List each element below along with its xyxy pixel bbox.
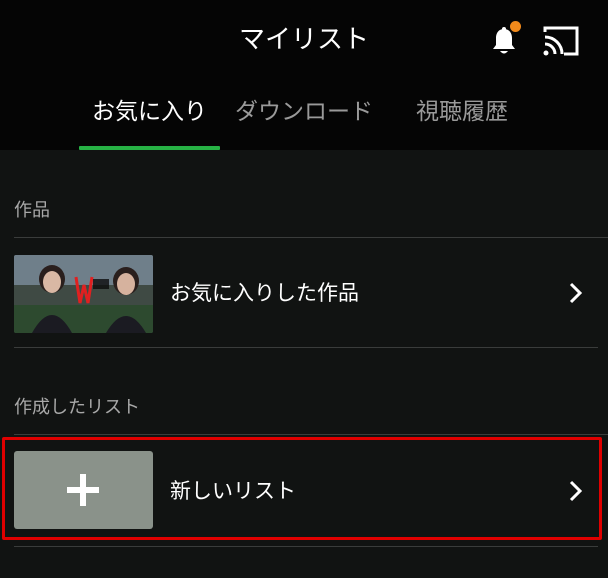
tab-favorites[interactable]: お気に入り	[92, 92, 207, 132]
divider	[14, 546, 598, 547]
favorite-works-row[interactable]: お気に入りした作品	[0, 238, 608, 346]
drama-thumbnail	[14, 255, 153, 333]
notification-badge	[510, 21, 521, 32]
tab-downloads[interactable]: ダウンロード	[235, 92, 373, 132]
divider	[14, 434, 608, 435]
divider	[14, 347, 598, 348]
cast-icon[interactable]	[542, 24, 580, 58]
app-header: マイリスト お気に入り ダウンロード 視聴履歴	[0, 0, 608, 150]
favorite-works-label: お気に入りした作品	[170, 281, 359, 305]
chevron-right-icon	[569, 282, 583, 304]
section-label-lists: 作成したリスト	[14, 397, 140, 418]
active-tab-indicator	[79, 146, 220, 150]
section-label-works: 作品	[14, 200, 50, 221]
highlight-frame	[2, 437, 602, 540]
tab-history[interactable]: 視聴履歴	[416, 92, 508, 132]
